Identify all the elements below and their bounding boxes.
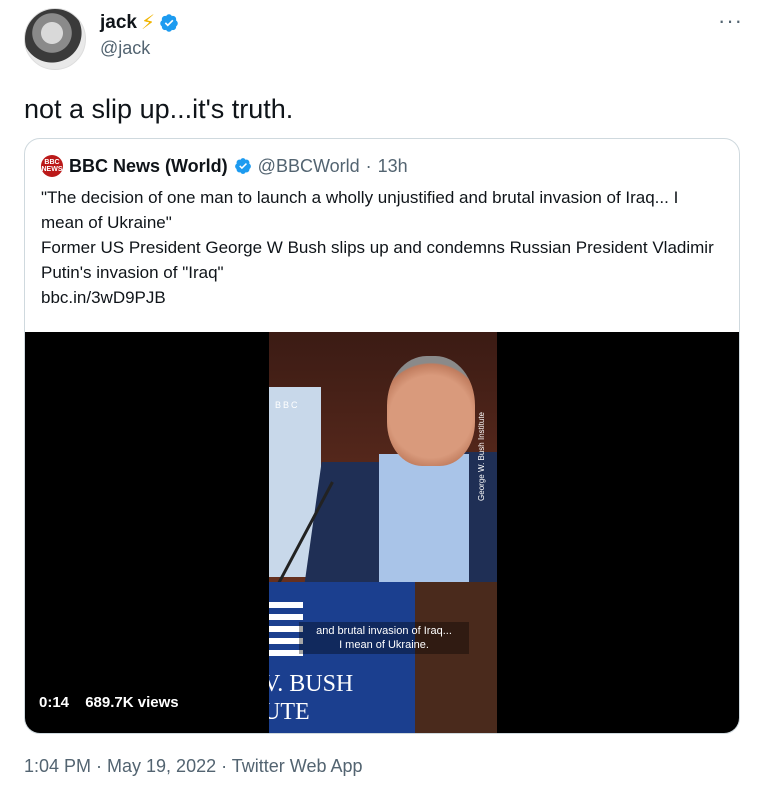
quoted-author-name[interactable]: BBC News (World)	[69, 156, 228, 177]
subtitle-line1: and brutal invasion of Iraq...	[316, 625, 452, 637]
author-avatar[interactable]	[24, 8, 86, 70]
author-display-name[interactable]: jack	[100, 12, 137, 34]
quoted-separator: ·	[365, 155, 372, 176]
podium-side	[415, 582, 497, 733]
quoted-quote-line: "The decision of one man to launch a who…	[41, 188, 679, 232]
tweet-text: not a slip up...it's truth.	[24, 94, 294, 124]
speaker-shirt	[379, 454, 469, 584]
verified-badge-icon	[234, 158, 251, 174]
speaker-head	[387, 356, 475, 466]
institute-logo	[269, 602, 303, 662]
podium-text: V. BUSH UTE	[269, 670, 353, 726]
side-caption: George W. Bush Institute	[477, 412, 486, 501]
video-subtitle: and brutal invasion of Iraq... I mean of…	[299, 622, 469, 654]
podium-text-line2: UTE	[269, 699, 310, 725]
subtitle-line2: I mean of Ukraine.	[339, 639, 429, 651]
bbc-watermark: BBC	[275, 400, 300, 410]
video-duration: 0:14	[39, 694, 70, 711]
quoted-header: BBC NEWS BBC News (World) @BBCWorld · 13…	[41, 155, 408, 177]
quoted-handle[interactable]: @BBCWorld	[258, 156, 360, 177]
quoted-summary-line: Former US President George W Bush slips …	[41, 238, 714, 282]
quoted-tweet[interactable]: BBC NEWS BBC News (World) @BBCWorld · 13…	[24, 138, 740, 734]
lightning-emoji: ⚡	[140, 12, 156, 34]
video-stats: 0:14 689.7K views	[39, 694, 191, 711]
author-name-row[interactable]: jack ⚡	[100, 12, 179, 34]
podium-text-line1: V. BUSH	[269, 671, 354, 697]
verified-badge-icon	[160, 14, 178, 32]
tweet-timestamp[interactable]: 1:04 PM · May 19, 2022 · Twitter Web App	[24, 756, 363, 777]
quoted-link[interactable]: bbc.in/3wD9PJB	[41, 285, 725, 310]
video-views: 689.7K views	[85, 694, 179, 711]
video-frame: BBC V. BUSH UTE George W. Bush Institute…	[269, 332, 497, 733]
more-dots-icon[interactable]: ···	[718, 8, 743, 34]
bbc-news-logo[interactable]: BBC NEWS	[41, 155, 63, 177]
author-handle[interactable]: @jack	[100, 38, 150, 59]
quoted-time[interactable]: 13h	[378, 156, 408, 177]
quoted-body: "The decision of one man to launch a who…	[41, 185, 725, 310]
video-player[interactable]: BBC V. BUSH UTE George W. Bush Institute…	[25, 332, 739, 733]
